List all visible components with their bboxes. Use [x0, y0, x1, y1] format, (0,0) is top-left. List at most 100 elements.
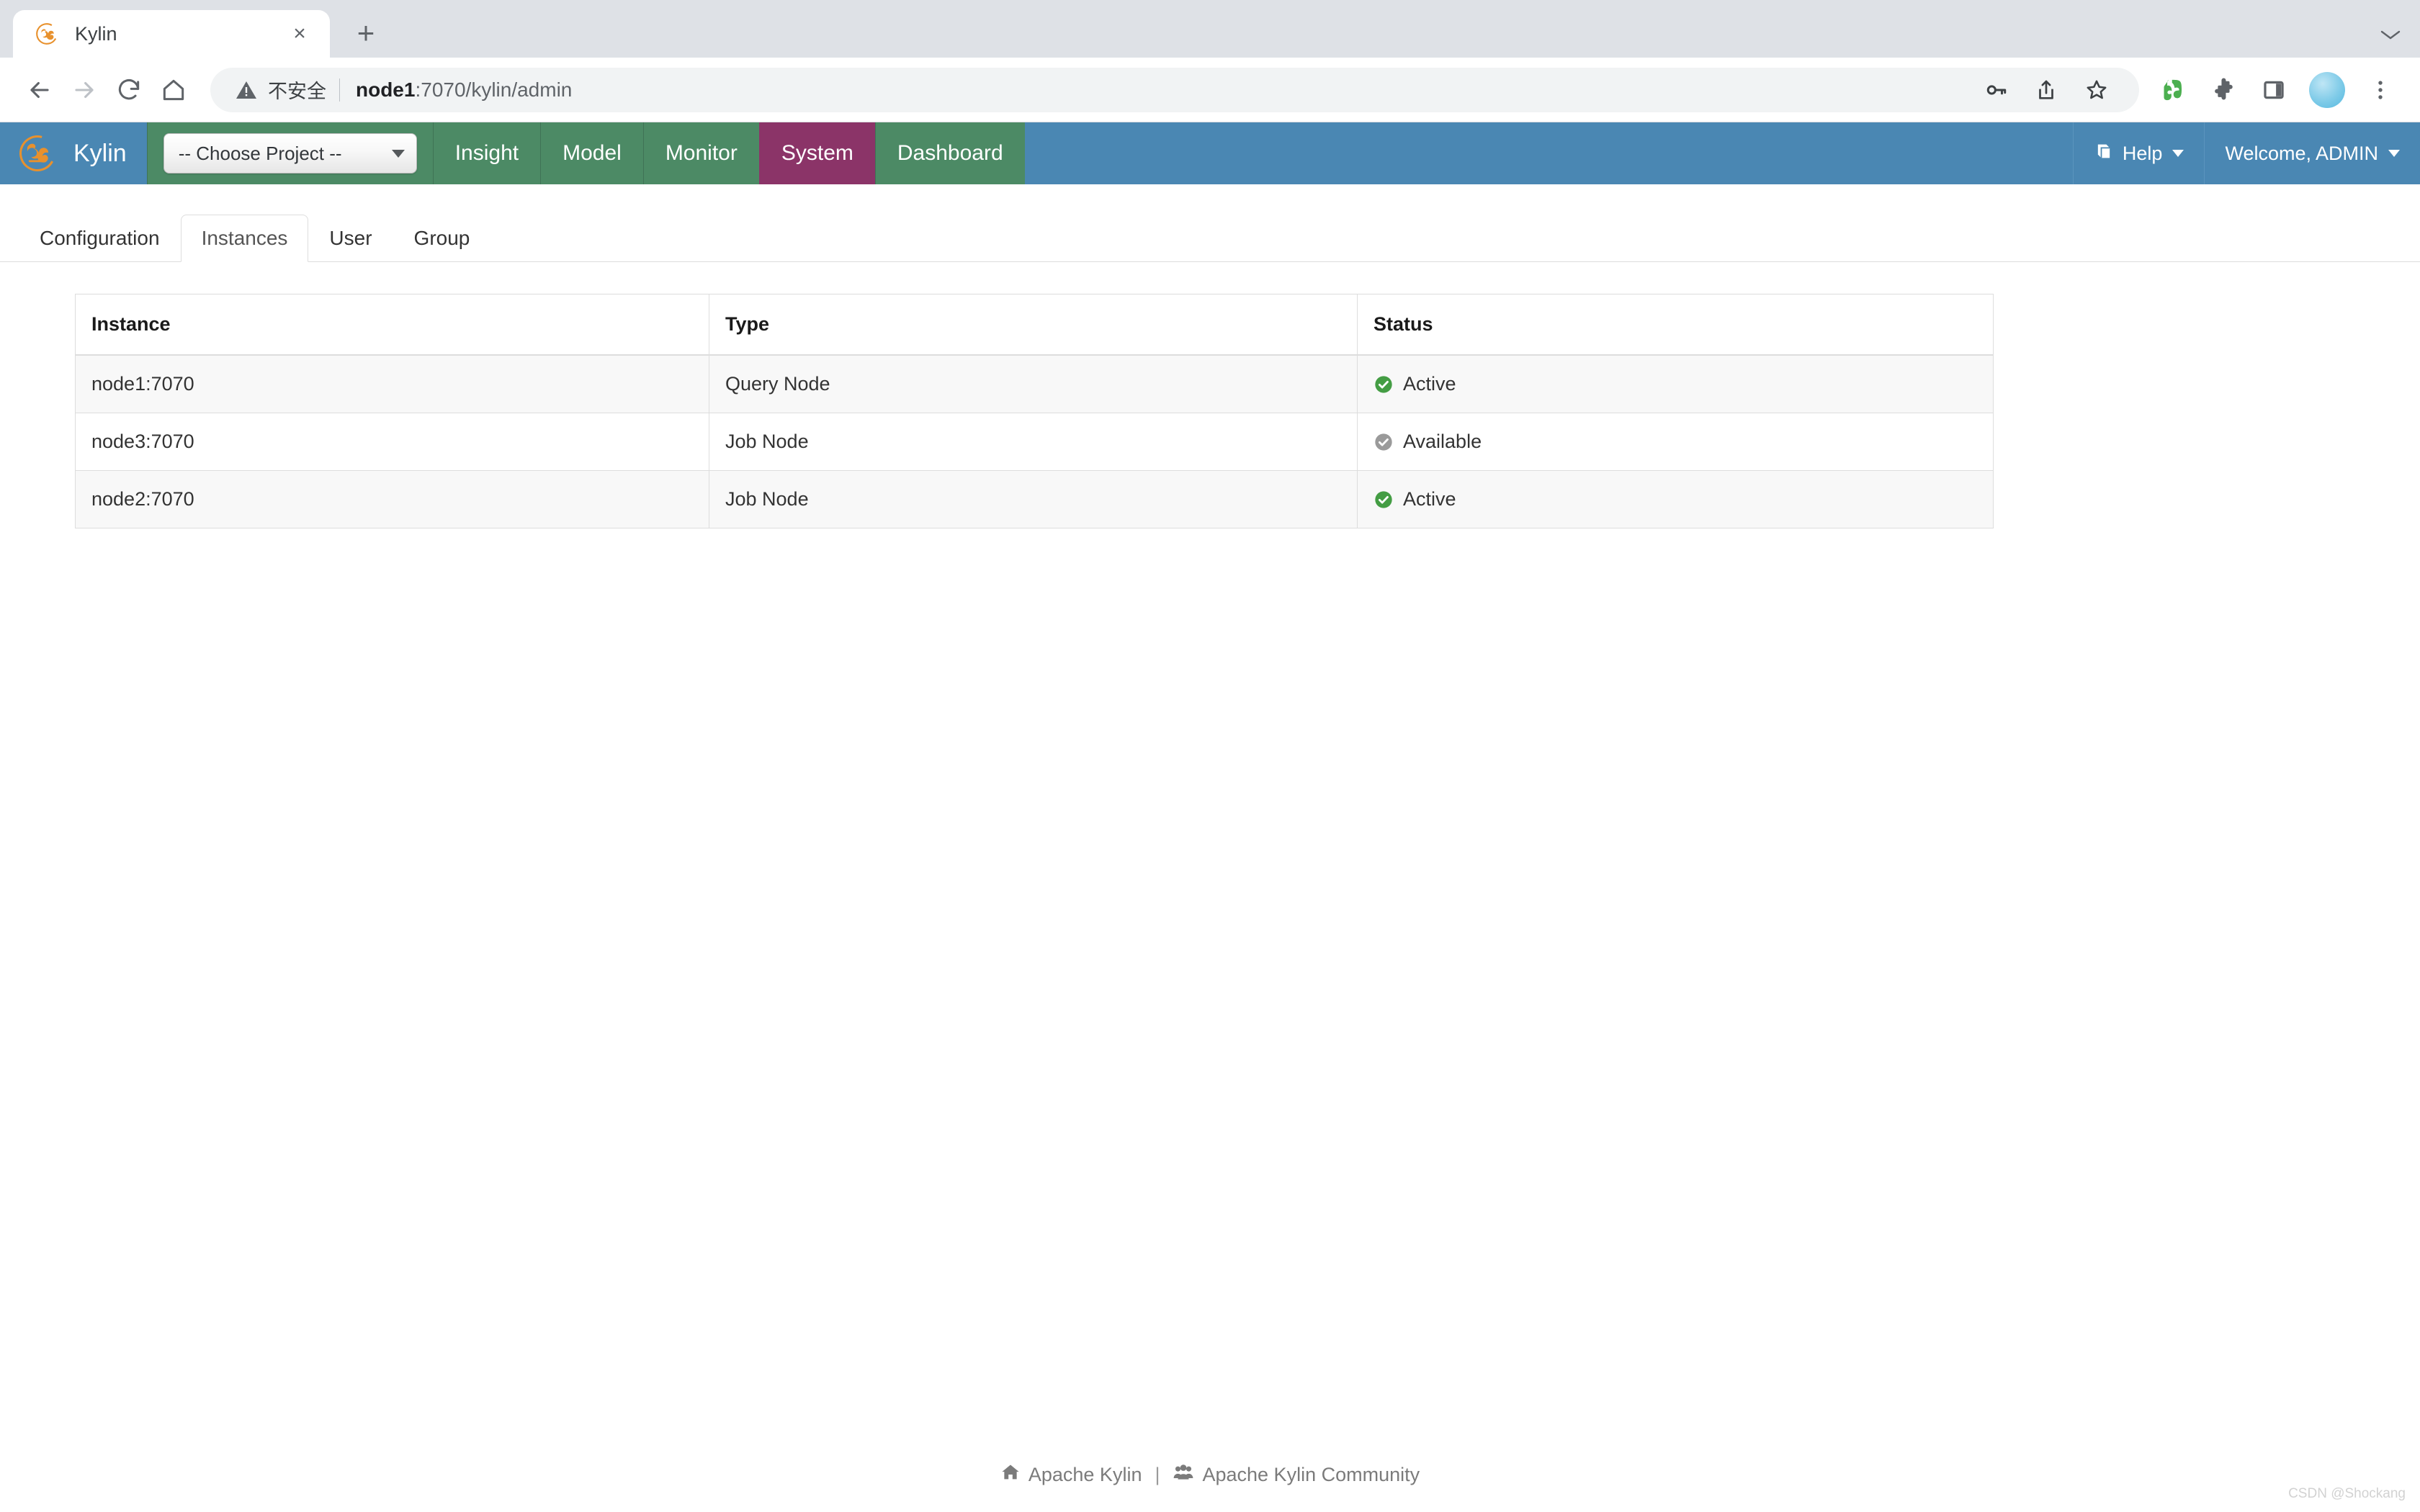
table-body: node1:7070 Query Node Active node3:7070 …: [75, 354, 1994, 528]
cell-type: Job Node: [709, 413, 1358, 471]
kylin-navbar: Kylin -- Choose Project -- Insight Model…: [0, 122, 2420, 184]
kylin-logo-icon: [19, 135, 55, 171]
check-circle-icon: [1375, 490, 1392, 508]
tab-label: Configuration: [40, 227, 160, 249]
home-icon[interactable]: [151, 68, 196, 112]
status-label: Active: [1403, 488, 1456, 510]
browser-toolbar: 不安全 node1:7070/kylin/admin: [0, 58, 2420, 122]
users-group-icon: [1173, 1462, 1194, 1488]
nav-item-label: Model: [563, 141, 622, 165]
kylin-favicon-icon: [36, 23, 58, 45]
not-secure-label: 不安全: [268, 81, 326, 102]
omnibox-actions: [1973, 68, 2119, 112]
evernote-icon[interactable]: [2151, 68, 2195, 112]
new-tab-button[interactable]: +: [344, 12, 387, 55]
project-select[interactable]: -- Choose Project --: [163, 133, 417, 174]
cell-instance: node3:7070: [75, 413, 709, 471]
share-icon[interactable]: [2024, 68, 2069, 112]
footer-separator: |: [1155, 1464, 1160, 1485]
footer-community-link[interactable]: Apache Kylin Community: [1173, 1462, 1420, 1488]
kylin-nav-items: Insight Model Monitor System Dashboard: [432, 122, 1025, 184]
status-label: Active: [1403, 373, 1456, 395]
status-badge: Active: [1373, 373, 1993, 395]
column-header-status[interactable]: Status: [1357, 294, 1994, 356]
status-badge: Active: [1373, 488, 1993, 510]
nav-item-system[interactable]: System: [758, 122, 875, 184]
brand[interactable]: Kylin: [0, 122, 147, 184]
nav-item-monitor[interactable]: Monitor: [642, 122, 759, 184]
column-header-instance[interactable]: Instance: [75, 294, 709, 356]
address-bar-url: node1:7070/kylin/admin: [356, 78, 572, 102]
side-panel-icon[interactable]: [2251, 68, 2296, 112]
browser-tab-title: Kylin: [75, 22, 117, 45]
reload-icon[interactable]: [107, 68, 151, 112]
footer-apache-kylin-link[interactable]: Apache Kylin: [1000, 1462, 1142, 1488]
project-select-value: -- Choose Project --: [178, 142, 342, 164]
instances-table: Instance Type Status node1:7070 Query No…: [75, 294, 1994, 528]
kylin-navbar-right: Help Welcome, ADMIN: [2072, 122, 2420, 184]
home-icon: [1000, 1462, 1021, 1488]
status-label: Available: [1403, 431, 1482, 452]
nav-item-label: Dashboard: [897, 141, 1003, 165]
tab-label: Instances: [201, 227, 288, 249]
table-row[interactable]: node2:7070 Job Node Active: [75, 470, 1994, 528]
forward-icon: [62, 68, 107, 112]
bookmark-star-icon[interactable]: [2074, 68, 2119, 112]
table-header-row: Instance Type Status: [75, 294, 1994, 356]
cell-instance: node1:7070: [75, 354, 709, 413]
cell-type: Query Node: [709, 354, 1358, 413]
column-header-type[interactable]: Type: [709, 294, 1358, 356]
page-footer: Apache Kylin | Apache Kylin Community: [0, 1462, 2420, 1488]
chevron-down-icon: [2388, 150, 2400, 157]
tab-user[interactable]: User: [308, 215, 393, 262]
footer-link-label: Apache Kylin Community: [1202, 1464, 1420, 1485]
help-menu[interactable]: Help: [2072, 122, 2205, 184]
back-icon[interactable]: [17, 68, 62, 112]
system-subtabs: Configuration Instances User Group: [0, 184, 2420, 262]
navbar-spacer: [1024, 122, 2073, 184]
chevron-down-icon: [2172, 150, 2184, 157]
tab-group[interactable]: Group: [393, 215, 491, 262]
tabstrip-menu-icon[interactable]: [2380, 24, 2401, 46]
three-dot-menu-icon[interactable]: [2358, 68, 2403, 112]
nav-item-label: Insight: [454, 141, 519, 165]
user-menu-label: Welcome, ADMIN: [2225, 142, 2378, 164]
tab-configuration[interactable]: Configuration: [19, 215, 181, 262]
url-path: :7070/kylin/admin: [415, 78, 573, 101]
browser-toolbar-right: [2151, 68, 2403, 112]
nav-item-dashboard[interactable]: Dashboard: [874, 122, 1025, 184]
check-circle-icon: [1375, 375, 1392, 393]
user-menu[interactable]: Welcome, ADMIN: [2204, 122, 2420, 184]
table-head: Instance Type Status: [75, 294, 1994, 356]
watermark: CSDN @Shockang: [2288, 1486, 2406, 1501]
status-badge: Available: [1373, 431, 1993, 453]
browser-tab[interactable]: Kylin ×: [13, 10, 330, 58]
cell-status: Active: [1357, 470, 1994, 528]
cell-instance: node2:7070: [75, 470, 709, 528]
brand-name: Kylin: [73, 139, 127, 167]
cell-status: Active: [1357, 354, 1994, 413]
url-host: node1: [356, 78, 416, 101]
nav-item-label: System: [781, 141, 853, 165]
tab-label: Group: [413, 227, 470, 249]
address-bar[interactable]: 不安全 node1:7070/kylin/admin: [210, 67, 2139, 112]
not-secure-warning-icon[interactable]: [235, 78, 258, 102]
avatar[interactable]: [2309, 71, 2345, 108]
table-row[interactable]: node3:7070 Job Node Available: [75, 413, 1994, 471]
help-label: Help: [2122, 142, 2163, 164]
chevron-down-icon: [391, 149, 405, 158]
cell-type: Job Node: [709, 470, 1358, 528]
project-select-container: -- Choose Project --: [146, 122, 433, 184]
key-icon[interactable]: [1973, 68, 2018, 112]
close-icon[interactable]: ×: [285, 19, 314, 48]
book-icon: [2094, 141, 2114, 166]
browser-tab-strip: Kylin × +: [0, 0, 2420, 58]
table-row[interactable]: node1:7070 Query Node Active: [75, 354, 1994, 413]
nav-item-insight[interactable]: Insight: [432, 122, 541, 184]
main-content: Instance Type Status node1:7070 Query No…: [0, 262, 2420, 528]
puzzle-extensions-icon[interactable]: [2201, 68, 2246, 112]
tab-instances[interactable]: Instances: [180, 215, 309, 262]
nav-item-model[interactable]: Model: [540, 122, 643, 184]
omnibox-divider: [339, 78, 340, 102]
footer-link-label: Apache Kylin: [1028, 1464, 1142, 1485]
